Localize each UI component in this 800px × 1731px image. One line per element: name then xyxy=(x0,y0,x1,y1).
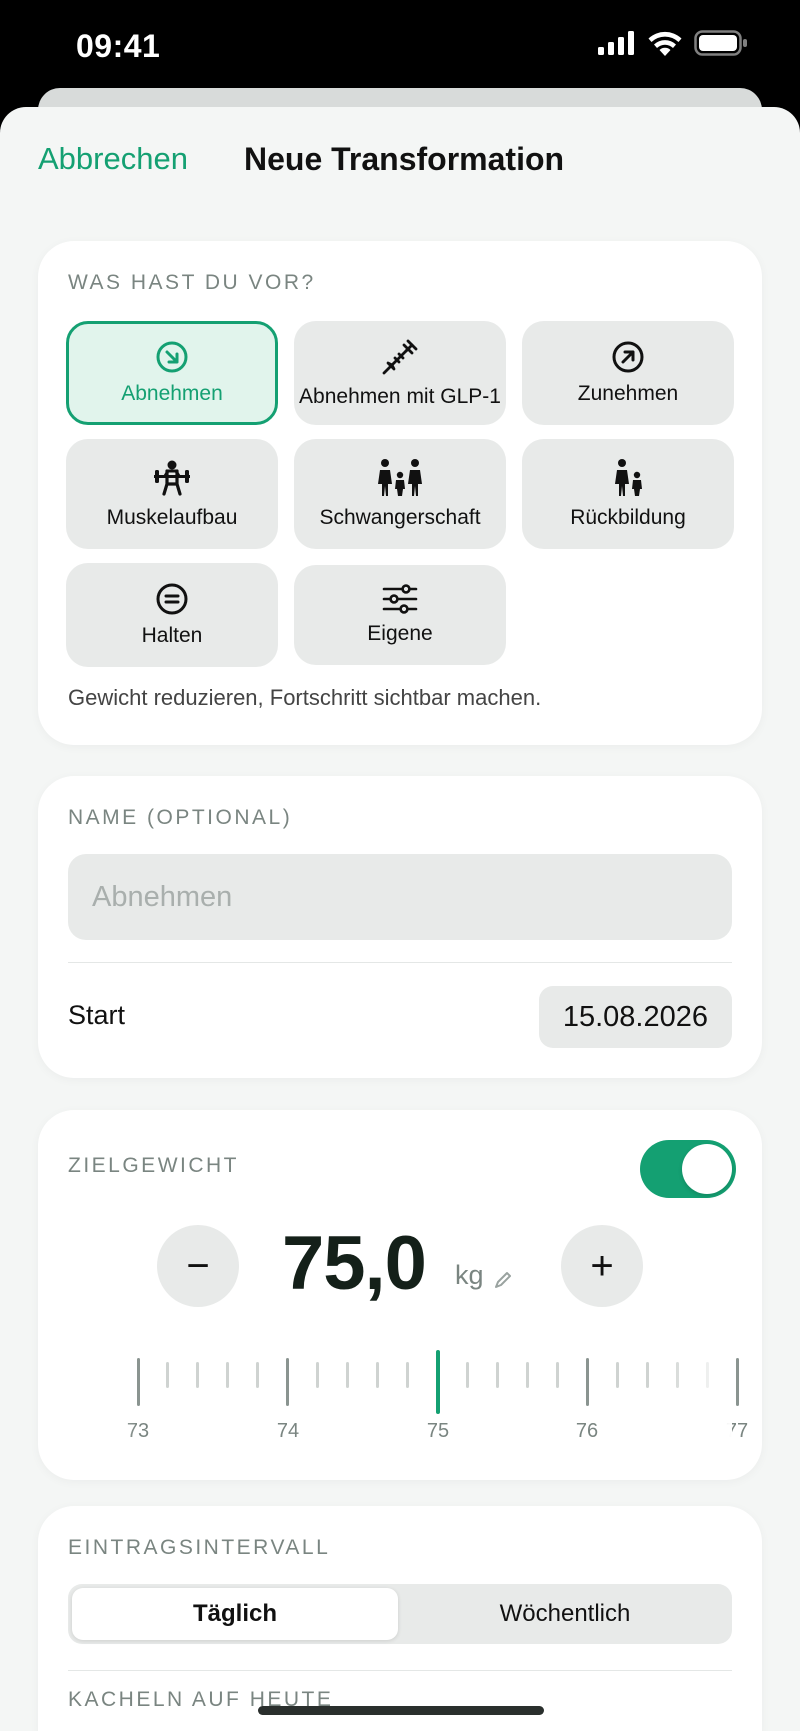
wifi-icon xyxy=(648,31,682,56)
interval-section-label: EINTRAGSINTERVALL xyxy=(68,1536,331,1559)
divider xyxy=(68,1670,732,1671)
ruler-minor-tick xyxy=(495,1362,499,1388)
ruler-tick-label: 76 xyxy=(575,1420,599,1442)
goal-option-label: Schwangerschaft xyxy=(319,506,481,529)
goal-section-label: WAS HAST DU VOR? xyxy=(68,271,316,294)
goal-option-schwangerschaft[interactable]: Schwangerschaft xyxy=(294,439,506,549)
goal-option-abnehmen[interactable]: Abnehmen xyxy=(66,321,278,425)
goal-option-label: Eigene xyxy=(367,622,433,645)
arrow-down-right-circle-icon xyxy=(156,341,188,373)
ruler-minor-tick xyxy=(196,1362,200,1388)
sliders-icon xyxy=(382,584,418,614)
ruler-minor-tick xyxy=(166,1362,170,1388)
ruler-current-marker xyxy=(436,1350,440,1414)
status-icons xyxy=(598,30,748,56)
segment-woechentlich[interactable]: Wöchentlich xyxy=(402,1588,728,1640)
nav-bar: Abbrechen Neue Transformation xyxy=(0,107,800,217)
start-date-picker[interactable]: 15.08.2026 xyxy=(538,986,732,1048)
ruler-major-tick xyxy=(735,1358,739,1406)
arrow-up-right-circle-icon xyxy=(612,341,644,373)
goal-option-halten[interactable]: Halten xyxy=(66,563,278,667)
name-input[interactable] xyxy=(68,854,732,940)
ruler-minor-tick xyxy=(645,1362,649,1388)
goal-option-label: Rückbildung xyxy=(570,506,686,529)
ruler-minor-tick xyxy=(226,1362,230,1388)
status-bar: 09:41 xyxy=(0,0,800,96)
goal-description: Gewicht reduzieren, Fortschritt sichtbar… xyxy=(68,685,542,710)
ruler-tick-label: 75 xyxy=(426,1420,450,1442)
goal-option-label: Halten xyxy=(141,624,203,647)
ruler-minor-tick xyxy=(316,1362,320,1388)
ruler-major-tick xyxy=(286,1358,290,1406)
cellular-signal-icon xyxy=(598,31,634,55)
goal-option-glp1[interactable]: Abnehmen mit GLP-1 xyxy=(294,321,506,425)
page-title: Neue Transformation xyxy=(244,141,565,177)
ruler-minor-tick xyxy=(615,1362,619,1388)
target-weight-toggle[interactable] xyxy=(640,1140,736,1198)
interval-card: EINTRAGSINTERVALL Täglich Wöchentlich KA… xyxy=(38,1506,762,1731)
cancel-button[interactable]: Abbrechen xyxy=(38,141,188,177)
name-section-label: NAME (OPTIONAL) xyxy=(68,806,293,829)
family-icon xyxy=(378,459,422,496)
ruler-minor-tick xyxy=(256,1362,260,1388)
segment-taeglich[interactable]: Täglich xyxy=(72,1588,398,1640)
interval-segmented-control: Täglich Wöchentlich xyxy=(68,1584,732,1644)
ruler-minor-tick xyxy=(465,1362,469,1388)
goal-option-label: Abnehmen xyxy=(121,382,223,405)
name-card: NAME (OPTIONAL) Start 15.08.2026 xyxy=(38,776,762,1078)
decrement-button[interactable]: − xyxy=(157,1225,239,1307)
ruler-fade-left xyxy=(68,1340,138,1450)
weight-ruler[interactable]: 73 74 75 76 77 xyxy=(68,1340,748,1450)
weight-value[interactable]: 75,0 xyxy=(282,1220,427,1307)
target-weight-card: ZIELGEWICHT − 75,0 kg + 73 74 75 76 77 xyxy=(38,1110,762,1480)
goal-option-eigene[interactable]: Eigene xyxy=(294,565,506,665)
ruler-minor-tick xyxy=(346,1362,350,1388)
pencil-icon[interactable] xyxy=(493,1270,513,1290)
goal-option-label: Muskelaufbau xyxy=(106,506,238,529)
parent-child-icon xyxy=(615,459,642,496)
status-time: 09:41 xyxy=(76,28,161,64)
goal-option-rueckbildung[interactable]: Rückbildung xyxy=(522,439,734,549)
goal-option-zunehmen[interactable]: Zunehmen xyxy=(522,321,734,425)
goal-option-label: Zunehmen xyxy=(577,382,679,405)
start-label: Start xyxy=(68,1000,126,1030)
ruler-minor-tick xyxy=(406,1362,410,1388)
divider xyxy=(68,962,732,963)
goal-option-muskelaufbau[interactable]: Muskelaufbau xyxy=(66,439,278,549)
ruler-minor-tick xyxy=(376,1362,380,1388)
ruler-major-tick xyxy=(585,1358,589,1406)
ruler-minor-tick xyxy=(555,1362,559,1388)
increment-button[interactable]: + xyxy=(561,1225,643,1307)
weightlifter-icon xyxy=(154,460,190,496)
ruler-minor-tick xyxy=(525,1362,529,1388)
target-section-label: ZIELGEWICHT xyxy=(68,1154,240,1177)
battery-icon xyxy=(694,30,747,56)
toggle-knob xyxy=(682,1144,732,1194)
syringe-icon xyxy=(382,339,418,375)
ruler-fade-right xyxy=(662,1340,732,1450)
goal-option-label: Abnehmen mit GLP-1 xyxy=(299,385,501,408)
ruler-tick-label: 74 xyxy=(276,1420,300,1442)
modal-sheet: Abbrechen Neue Transformation WAS HAST D… xyxy=(0,107,800,1731)
home-indicator xyxy=(258,1706,544,1715)
goal-card: WAS HAST DU VOR? Abnehmen Abnehmen mit G… xyxy=(38,241,762,745)
equal-circle-icon xyxy=(156,583,188,615)
weight-unit: kg xyxy=(455,1260,484,1290)
